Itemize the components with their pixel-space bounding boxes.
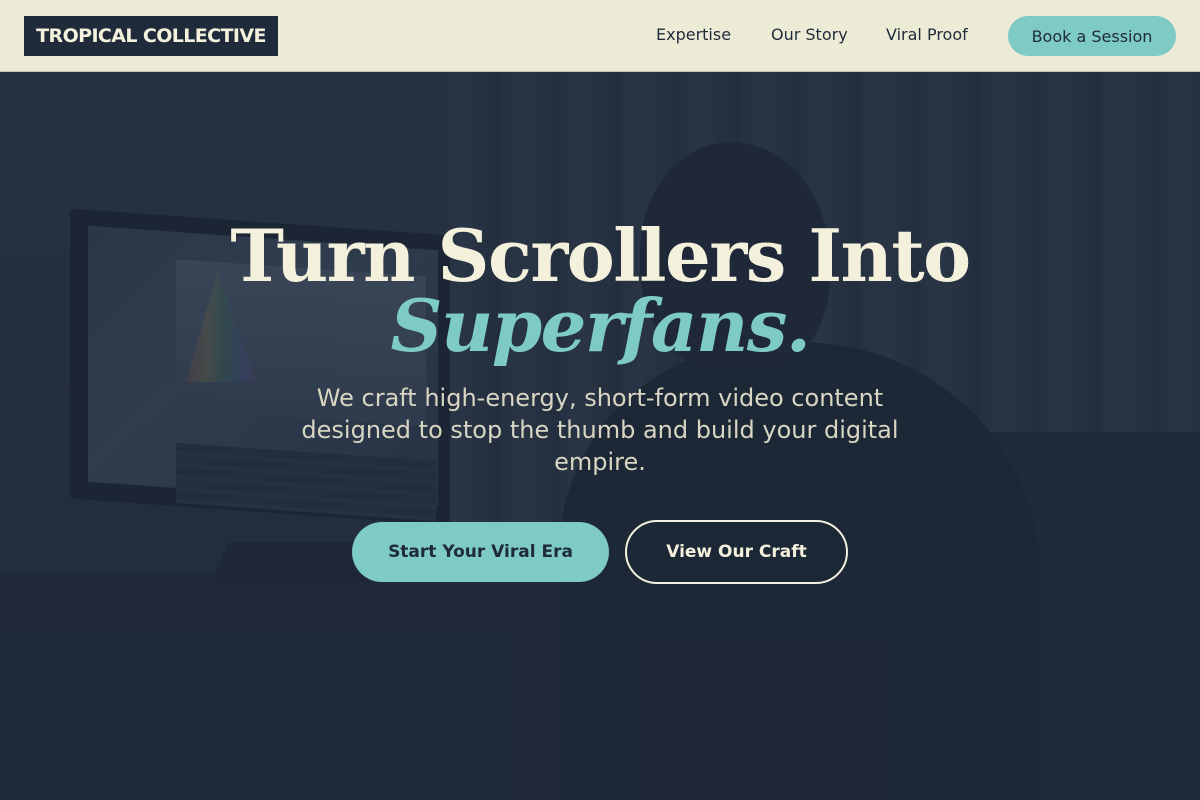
- brand-logo[interactable]: TROPICAL COLLECTIVE: [24, 16, 278, 56]
- nav-link-expertise[interactable]: Expertise: [656, 24, 731, 46]
- nav-link-viral-proof[interactable]: Viral Proof: [886, 24, 968, 46]
- hero-subtext: We craft high-energy, short-form video c…: [301, 384, 899, 476]
- start-viral-era-button[interactable]: Start Your Viral Era: [352, 522, 609, 582]
- site-header: TROPICAL COLLECTIVE Expertise Our Story …: [0, 0, 1200, 72]
- view-our-craft-button[interactable]: View Our Craft: [625, 520, 848, 584]
- book-session-button[interactable]: Book a Session: [1008, 16, 1176, 56]
- hero-headline-accent: Superfans.: [390, 283, 811, 368]
- hero-section: Turn Scrollers Into Superfans. We craft …: [0, 72, 1200, 800]
- nav-link-our-story[interactable]: Our Story: [771, 24, 848, 46]
